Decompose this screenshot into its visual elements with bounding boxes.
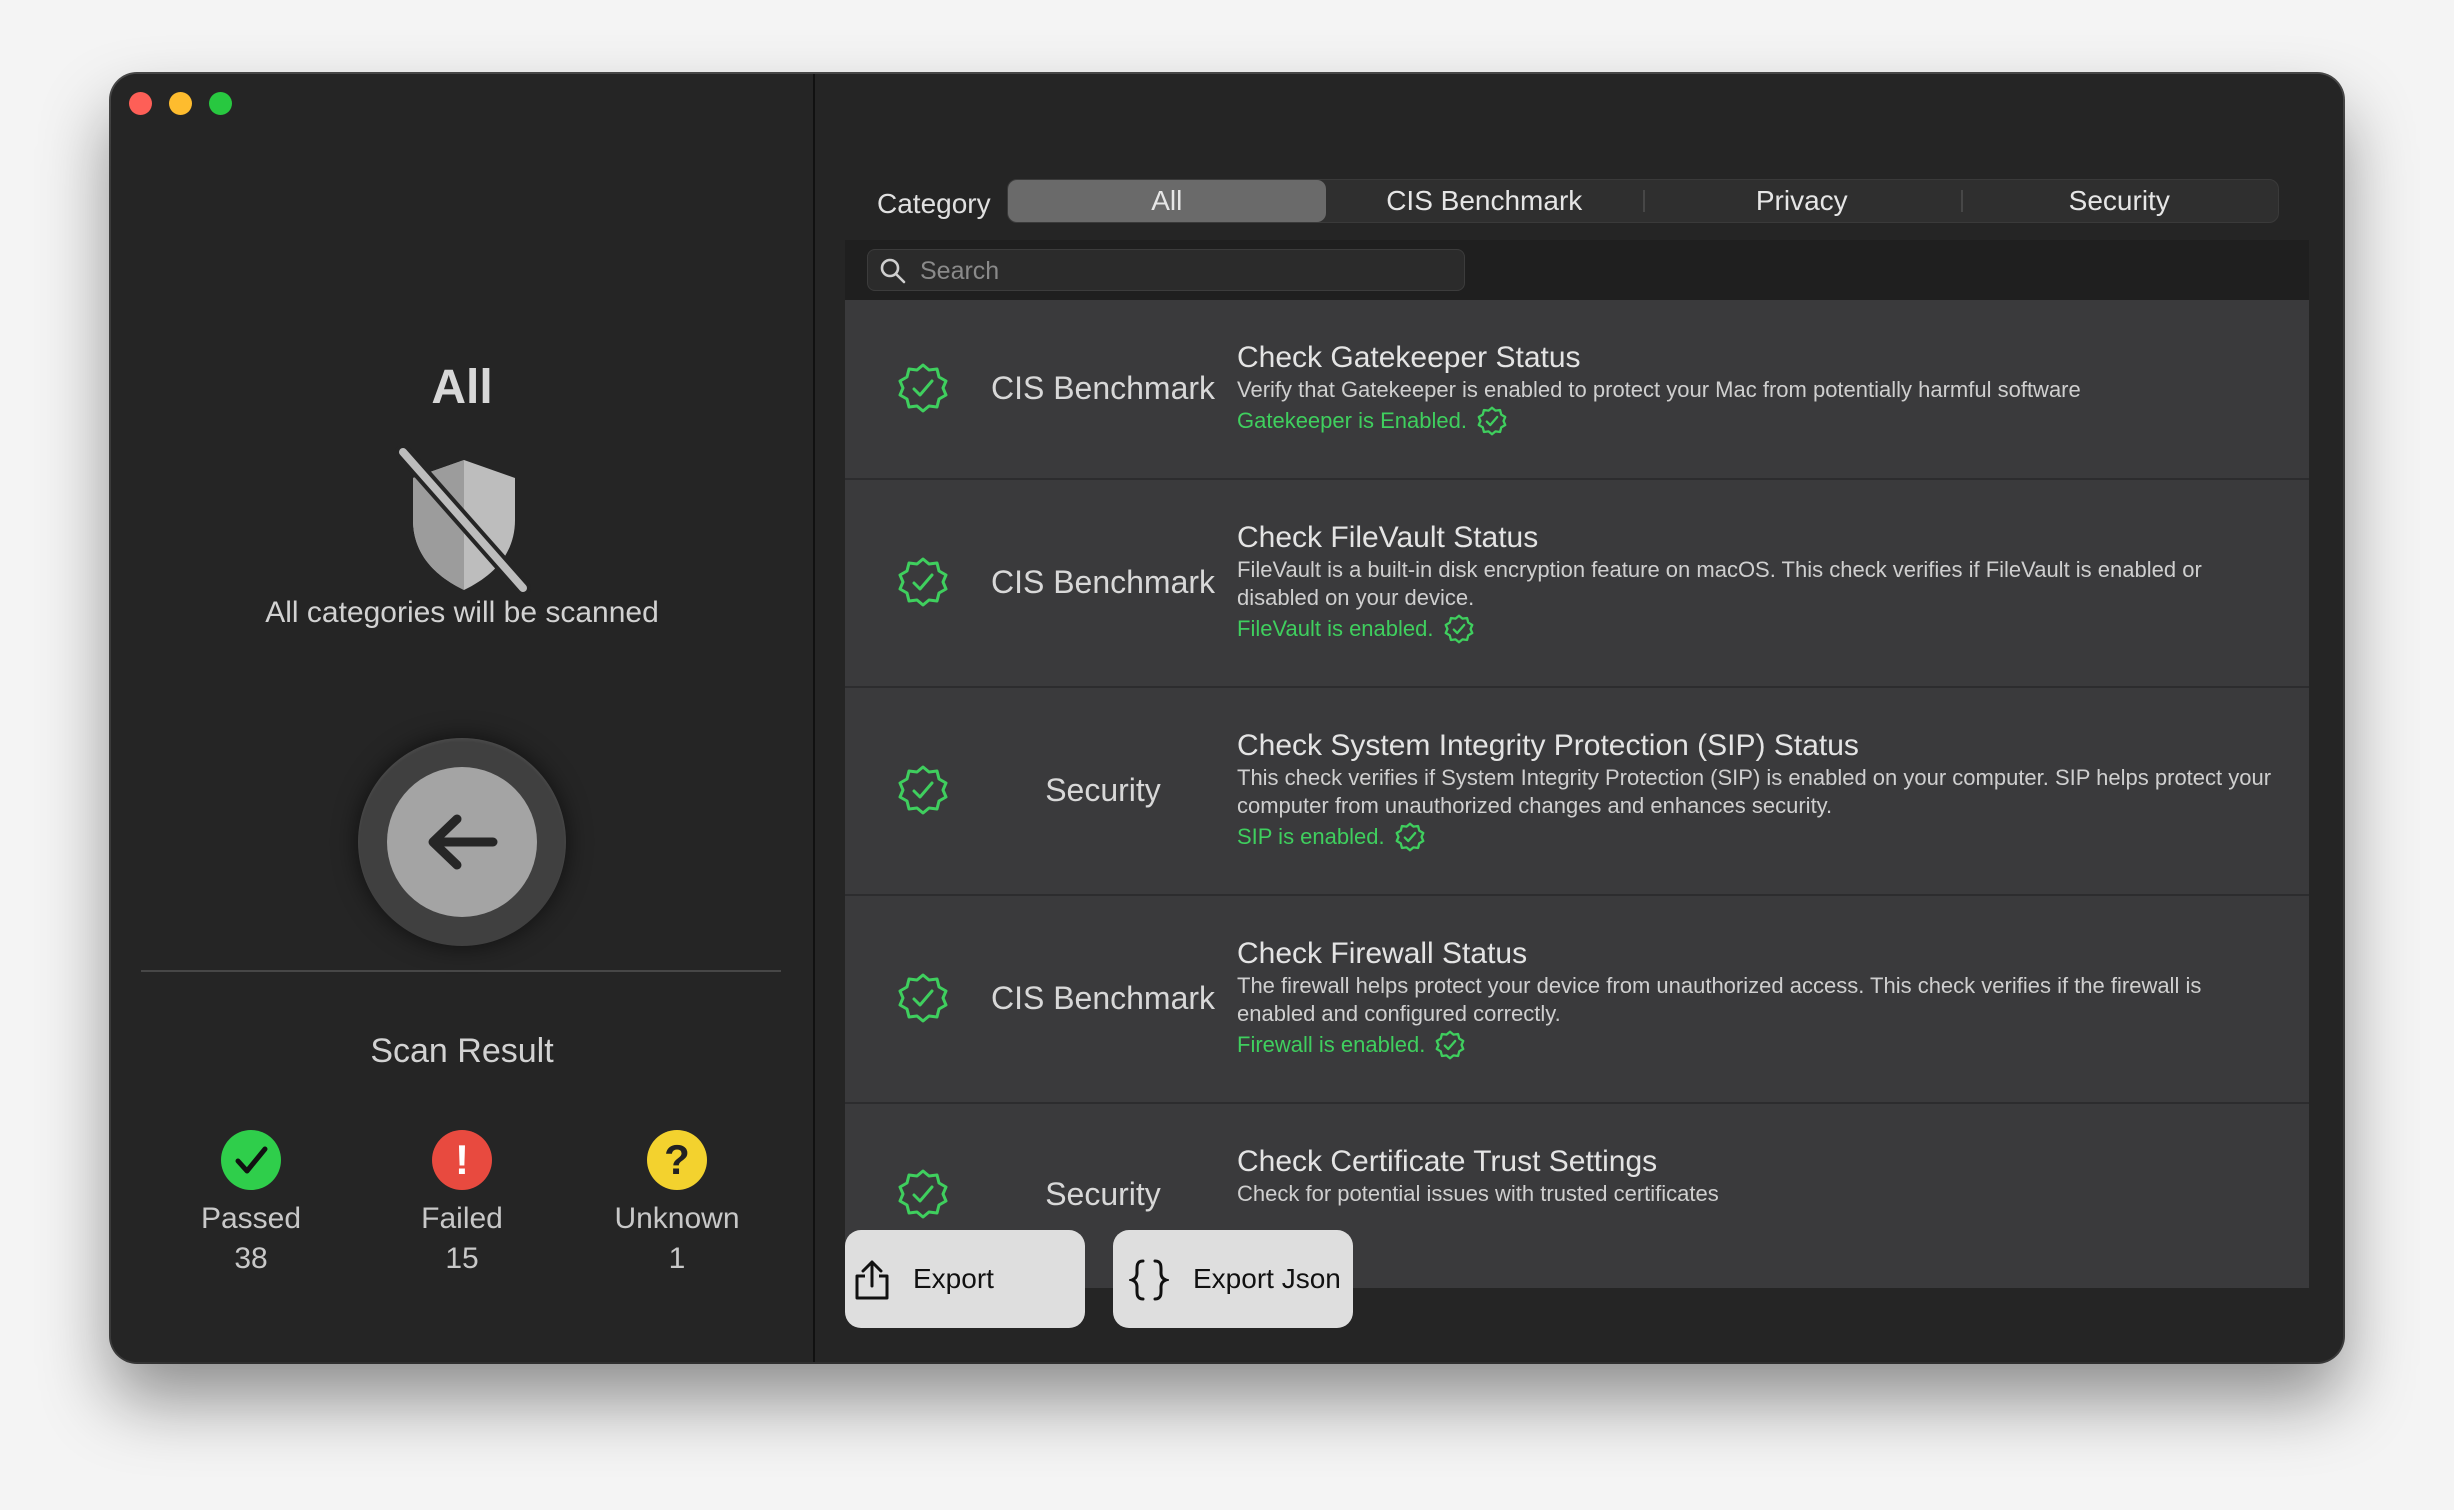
- close-window-button[interactable]: [129, 92, 152, 115]
- checkmark-seal-icon: [1395, 822, 1425, 852]
- export-json-label: Export Json: [1193, 1263, 1341, 1294]
- checkmark-seal-icon: [1477, 406, 1507, 436]
- checkmark-seal-icon: [1444, 614, 1473, 644]
- check-result-text: Gatekeeper is Enabled.: [1237, 408, 1467, 433]
- curly-braces-icon: [1129, 1259, 1169, 1301]
- search-bar: [845, 240, 2309, 300]
- checks-list[interactable]: CIS Benchmark Check Gatekeeper Status Ve…: [845, 240, 2309, 1288]
- stat-passed-label: Passed: [200, 1202, 302, 1235]
- checkmark-seal-icon: [898, 973, 948, 1023]
- search-input[interactable]: [918, 254, 1442, 288]
- check-category: CIS Benchmark: [990, 980, 1216, 1016]
- export-json-button[interactable]: Export Json: [1113, 1230, 1353, 1328]
- search-field: [867, 249, 1465, 291]
- check-result-text: SIP is enabled.: [1237, 824, 1385, 849]
- stat-passed-count: 38: [234, 1242, 268, 1275]
- check-description: The firewall helps protect your device f…: [1237, 973, 2202, 1026]
- stat-failed-label: Failed: [421, 1202, 503, 1235]
- category-label: Category: [877, 188, 991, 219]
- check-description: This check verifies if System Integrity …: [1237, 765, 2272, 818]
- check-description: Verify that Gatekeeper is enabled to pro…: [1237, 377, 2081, 402]
- check-category: CIS Benchmark: [990, 370, 1216, 406]
- window-controls: [129, 92, 232, 115]
- check-category: CIS Benchmark: [990, 564, 1216, 600]
- sidebar-divider: [141, 970, 781, 972]
- checkmark-seal-icon: [1435, 1030, 1465, 1060]
- scan-button[interactable]: [358, 738, 566, 946]
- checkmark-seal-icon: [898, 363, 948, 413]
- selected-category-title: All: [431, 361, 493, 414]
- arrow-left-icon: [428, 814, 498, 870]
- check-title: Check System Integrity Protection (SIP) …: [1237, 729, 1859, 762]
- check-row[interactable]: CIS Benchmark Check Firewall Status The …: [845, 896, 2309, 1104]
- check-result-text: Firewall is enabled.: [1237, 1032, 1426, 1057]
- check-row[interactable]: CIS Benchmark Check Gatekeeper Status Ve…: [845, 300, 2309, 480]
- tab-security[interactable]: Security: [1960, 180, 2279, 222]
- check-row[interactable]: Security Check System Integrity Protecti…: [845, 688, 2309, 896]
- stat-unknown-count: 1: [668, 1242, 686, 1275]
- zoom-window-button[interactable]: [209, 92, 232, 115]
- stat-failed-count: 15: [445, 1242, 479, 1275]
- shield-slash-icon: [395, 446, 531, 596]
- minimize-window-button[interactable]: [169, 92, 192, 115]
- check-result-text: FileVault is enabled.: [1237, 616, 1434, 641]
- check-description: Check for potential issues with trusted …: [1237, 1181, 1719, 1206]
- check-title: Check Certificate Trust Settings: [1237, 1145, 1658, 1178]
- check-result: Firewall is enabled.: [1237, 1028, 2277, 1062]
- share-icon: [855, 1260, 889, 1300]
- tab-cis-benchmark[interactable]: CIS Benchmark: [1326, 180, 1644, 222]
- export-report-button[interactable]: Export Report: [845, 1230, 1085, 1362]
- scan-scope-description: All categories will be scanned: [265, 596, 659, 629]
- question-icon: ?: [647, 1130, 707, 1190]
- stat-unknown: ? Unknown 1: [597, 1130, 757, 1276]
- stat-unknown-label: Unknown: [614, 1202, 740, 1235]
- exclamation-icon: !: [432, 1130, 492, 1190]
- sidebar: All All categories will be scanned Scan …: [111, 74, 815, 1362]
- app-window: All All categories will be scanned Scan …: [111, 74, 2343, 1362]
- check-title: Check Gatekeeper Status: [1237, 341, 1581, 374]
- tab-privacy[interactable]: Privacy: [1643, 180, 1961, 222]
- check-category: Security: [1045, 1176, 1161, 1212]
- checkmark-seal-icon: [898, 557, 948, 607]
- main-panel: Category All CIS Benchmark Privacy Secur…: [815, 74, 2343, 1362]
- check-result: Gatekeeper is Enabled.: [1237, 404, 2277, 438]
- search-icon: [880, 258, 906, 284]
- scan-result-heading: Scan Result: [370, 1032, 554, 1070]
- stat-failed: ! Failed 15: [382, 1130, 542, 1276]
- check-category: Security: [1045, 772, 1161, 808]
- checkmark-seal-icon: [898, 1169, 948, 1219]
- check-title: Check Firewall Status: [1237, 937, 1528, 970]
- checkmark-seal-icon: [898, 765, 948, 815]
- check-result: FileVault is enabled.: [1237, 612, 2277, 646]
- check-result: SIP is enabled.: [1237, 820, 2277, 854]
- check-row[interactable]: CIS Benchmark Check FileVault Status Fil…: [845, 480, 2309, 688]
- category-segmented-control: All CIS Benchmark Privacy Security: [1007, 179, 2279, 223]
- checkmark-icon: [221, 1130, 281, 1190]
- stat-passed: Passed 38: [171, 1130, 331, 1276]
- check-description: FileVault is a built-in disk encryption …: [1237, 557, 2202, 610]
- check-title: Check FileVault Status: [1237, 521, 1539, 554]
- tab-all[interactable]: All: [1008, 180, 1326, 222]
- export-report-label: Export Report: [913, 1263, 997, 1362]
